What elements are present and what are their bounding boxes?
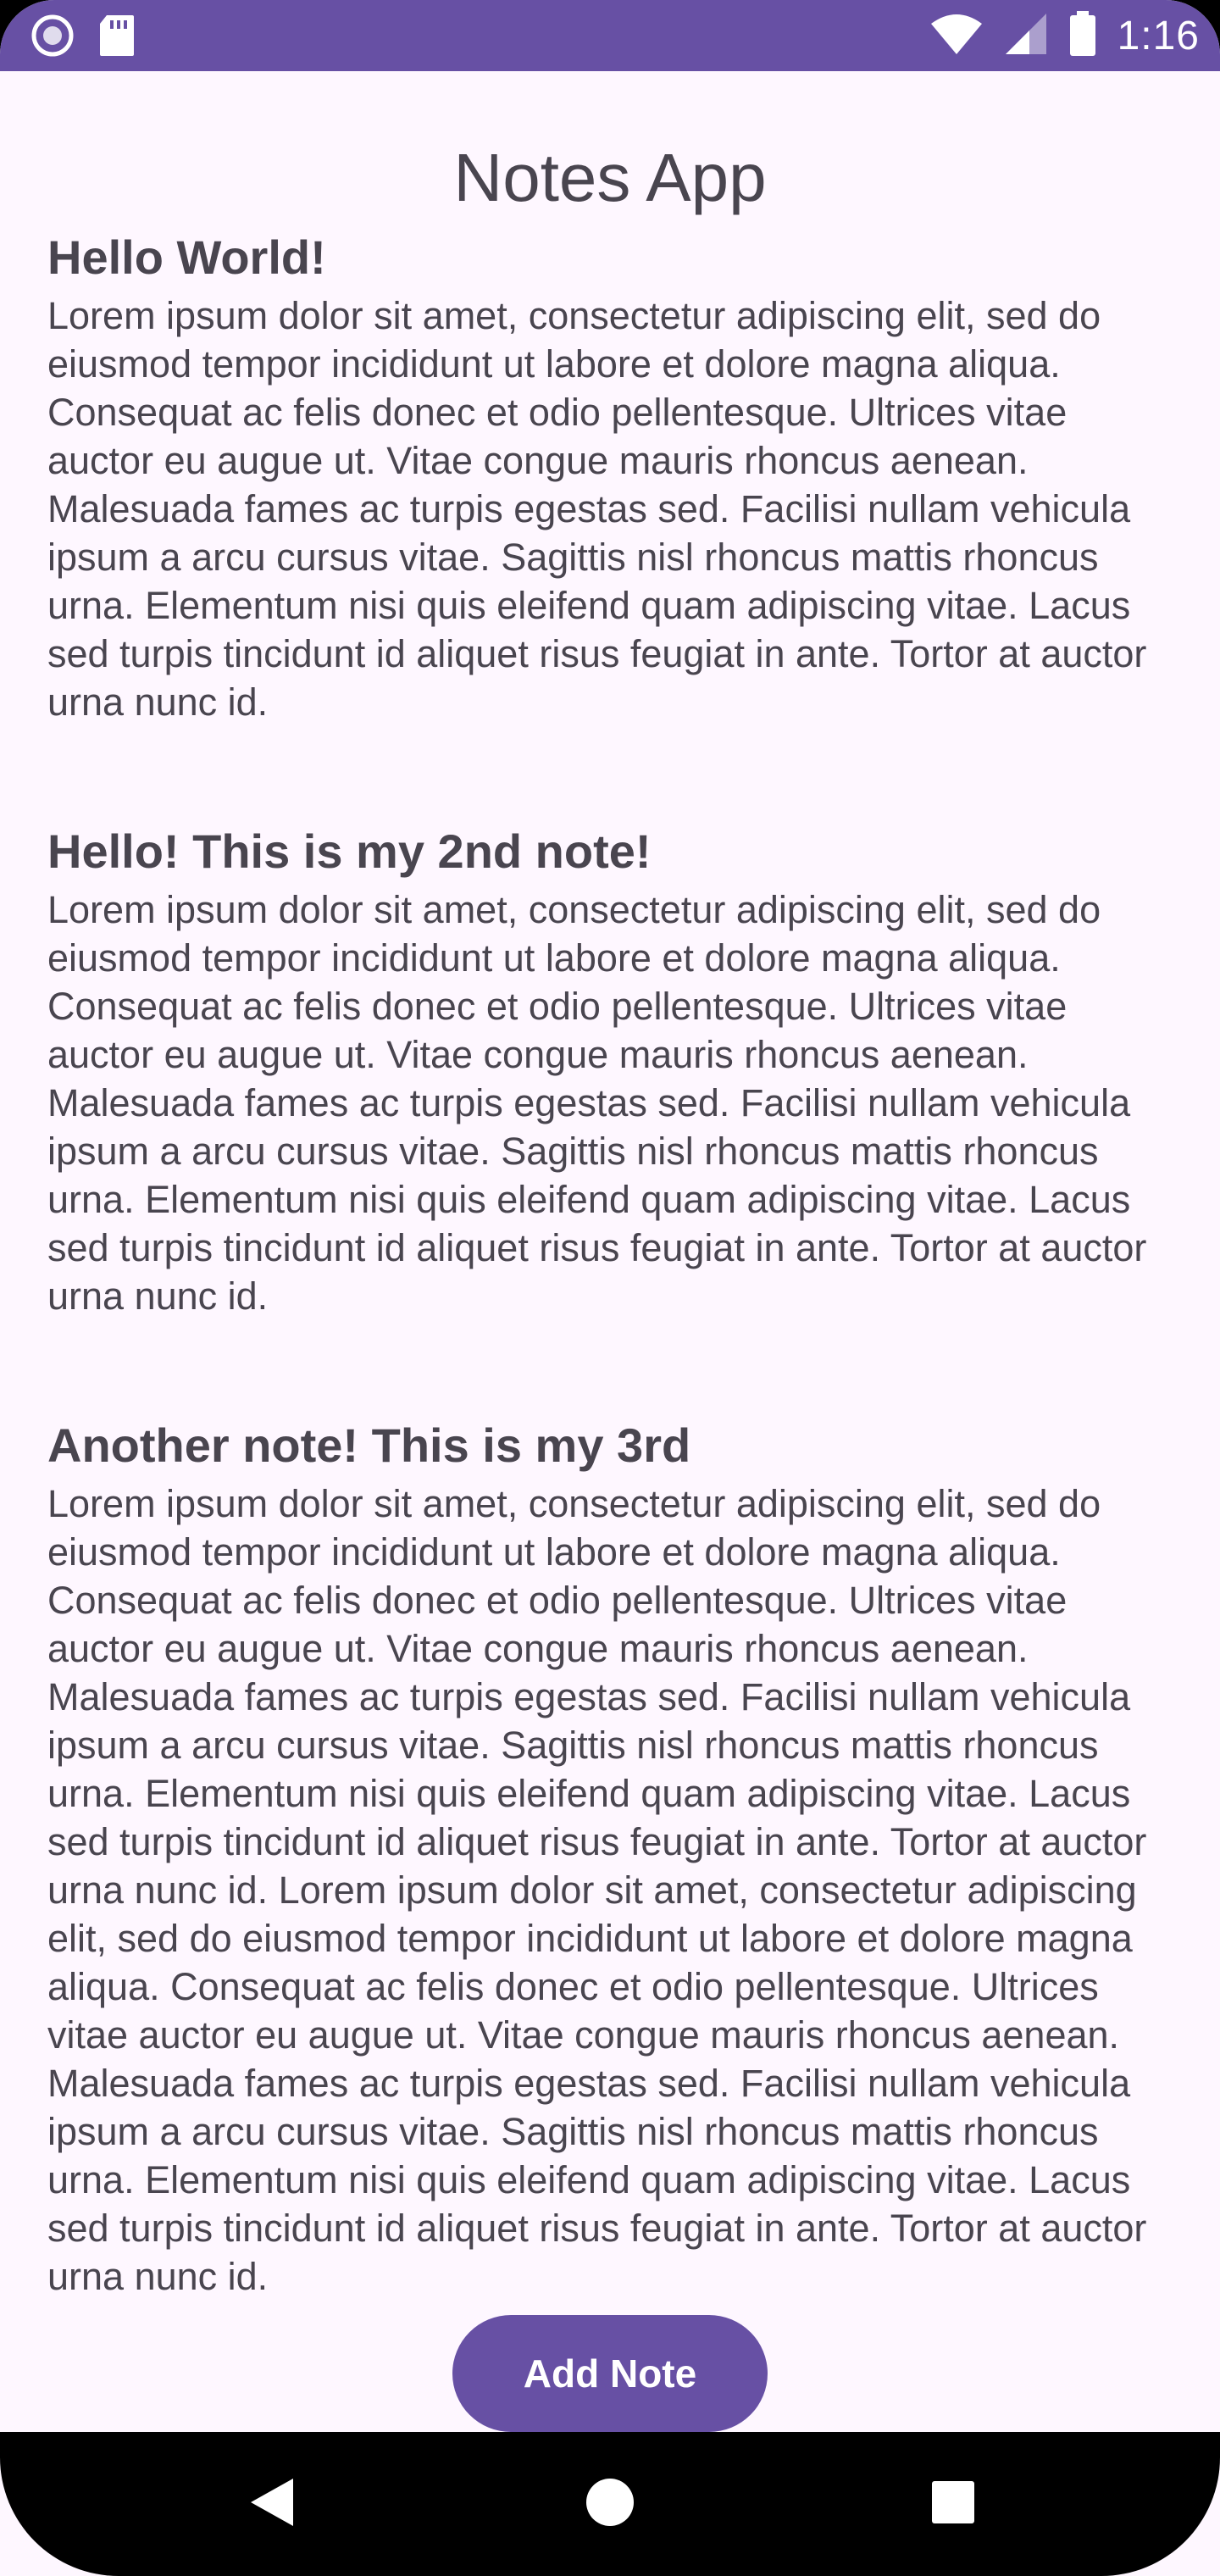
signal-icon [1004, 12, 1048, 60]
note-title: Another note! This is my 3rd [47, 1418, 691, 1472]
note-item[interactable]: Hello World! Lorem ipsum dolor sit amet,… [47, 225, 1183, 726]
wifi-icon [929, 12, 984, 60]
status-bar: 1:16 [0, 0, 1220, 71]
note-item[interactable]: Another note! This is my 3rd Lorem ipsum… [47, 1413, 1183, 2301]
status-right-icons: 1:16 [929, 8, 1200, 63]
note-title: Hello! This is my 2nd note! [47, 824, 652, 878]
home-icon [585, 2477, 635, 2532]
recents-button[interactable] [885, 2432, 1021, 2576]
note-body: Lorem ipsum dolor sit amet, consectetur … [47, 1482, 1147, 2298]
page-title: Notes App [453, 140, 767, 215]
note-title: Hello World! [47, 230, 326, 284]
add-note-button[interactable]: Add Note [452, 2315, 768, 2432]
note-body: Lorem ipsum dolor sit amet, consectetur … [47, 888, 1147, 1318]
navigation-bar [0, 2432, 1220, 2576]
notes-list: Hello World! Lorem ipsum dolor sit amet,… [47, 225, 1183, 2394]
sd-card-icon [98, 14, 136, 62]
home-button[interactable] [542, 2432, 678, 2576]
app-icon [30, 14, 75, 62]
phone-screen: 1:16 Notes App Hello World! Lorem ipsum … [0, 0, 1220, 2576]
battery-icon [1068, 10, 1097, 61]
back-button[interactable] [203, 2432, 339, 2576]
status-time: 1:16 [1117, 13, 1200, 58]
back-icon [246, 2475, 297, 2534]
status-left-icons [30, 14, 136, 62]
notes-screen: Notes App Hello World! Lorem ipsum dolor… [0, 71, 1220, 2432]
note-body: Lorem ipsum dolor sit amet, consectetur … [47, 294, 1147, 724]
recents-icon [930, 2479, 976, 2529]
note-item[interactable]: Hello! This is my 2nd note! Lorem ipsum … [47, 819, 1183, 1320]
